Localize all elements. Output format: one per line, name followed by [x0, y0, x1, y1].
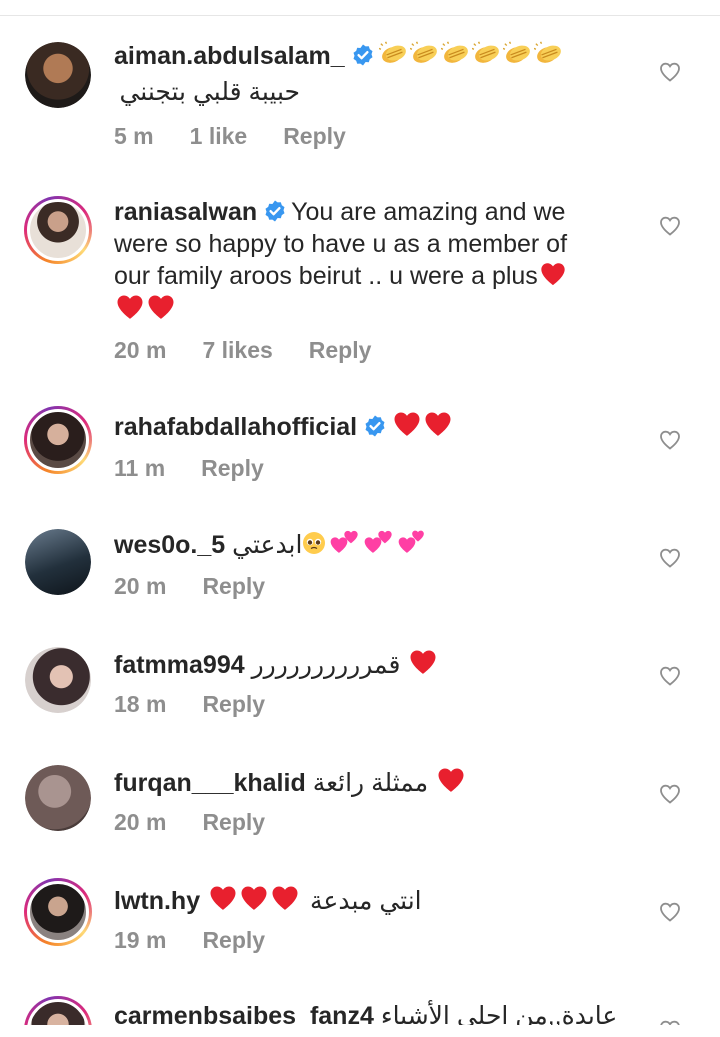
username[interactable]: carmenbsaibes_fanz4 — [114, 1002, 374, 1025]
comment-text: عايدة,,من احلى الأشياء — [380, 1002, 618, 1025]
avatar[interactable] — [24, 996, 92, 1025]
like-heart-icon[interactable] — [658, 1018, 682, 1025]
comment-item: carmenbsaibes_fanz4 عايدة,,من احلى الأشي… — [0, 0, 720, 1025]
